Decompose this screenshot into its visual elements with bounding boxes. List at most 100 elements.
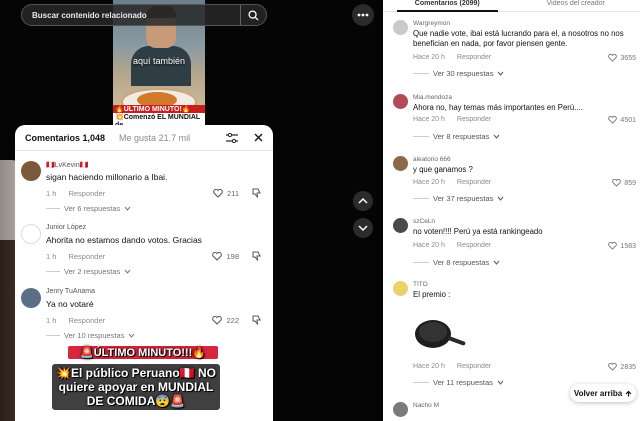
comment-meta: Hace 20 h Responder [413,116,491,123]
more-options-button[interactable] [352,4,374,26]
comment-text: Ahora no, hay temas más importantes en P… [413,103,583,112]
tab-creator-videos[interactable]: Videos del creador [512,0,640,11]
view-replies-button[interactable]: Ver 8 respuestas [413,258,500,267]
view-replies-label: Ver 8 respuestas [433,132,490,141]
chevron-down-icon [493,134,500,139]
reply-button[interactable]: Responder [457,363,491,370]
chevron-down-icon [358,225,368,232]
chevron-down-icon [129,333,135,338]
frying-pan-image [415,320,466,348]
chevron-down-icon [124,206,131,211]
video-overlay-subtitle: 💥El público Peruano🇵🇪 NO quiere apoyar e… [52,364,220,410]
like-button[interactable]: 859 [612,179,636,187]
comment-username[interactable]: szCeLn [413,218,435,225]
reply-button[interactable]: Responder [457,242,491,249]
like-count: 222 [226,316,239,325]
like-count: 1583 [620,242,636,250]
next-video-button[interactable] [353,218,373,238]
view-replies-button[interactable]: Ver 37 respuestas [413,194,504,203]
avatar[interactable] [393,402,408,417]
video-caption: aquí también [132,56,186,66]
avatar[interactable] [393,281,408,296]
comment-username[interactable]: Jenry TuAnama [46,288,95,295]
view-replies-label: Ver 2 respuestas [64,267,121,276]
dislike-icon[interactable] [252,315,261,325]
like-button[interactable]: 1583 [608,242,636,250]
comment-username[interactable]: aleatorio 666 [413,156,451,163]
video-player[interactable]: aquí también 🔥ÚLTIMO MINUTO!🔥 💥Comenzó E… [0,0,383,421]
heart-icon [608,54,618,62]
avatar[interactable] [393,156,408,171]
app-stage: aquí también 🔥ÚLTIMO MINUTO!🔥 💥Comenzó E… [0,0,640,421]
tab-likes[interactable]: Me gusta 21.7 mil [119,133,190,143]
comment-username[interactable]: Junior López [46,224,86,231]
back-to-top-button[interactable]: Volver arriba [570,384,636,402]
view-replies-label: Ver 8 respuestas [433,258,490,267]
avatar[interactable] [21,288,41,308]
heart-icon [213,189,223,198]
reply-button[interactable]: Responder [68,316,105,325]
chevron-down-icon [493,260,500,265]
heart-icon [608,242,618,250]
close-icon[interactable] [254,133,263,142]
dislike-icon[interactable] [252,251,261,261]
reply-button[interactable]: Responder [68,189,105,198]
comment-text: Que nadie vote, ibai está lucrando para … [413,29,624,48]
like-button[interactable]: 4501 [608,116,636,124]
comment-username[interactable]: Wargreymon [413,20,450,27]
view-replies-button[interactable]: Ver 11 respuestas [413,378,504,387]
video-person-shirt [131,46,191,86]
chevron-down-icon [498,196,504,201]
comment-time: Hace 20 h [413,363,445,370]
comment-time: Hace 20 h [413,179,445,186]
right-comments-panel: Comentarios (2099) Videos del creador Wa… [383,0,640,421]
comments-panel-header: Comentarios 1,048 Me gusta 21.7 mil [15,125,273,151]
avatar[interactable] [393,20,408,35]
avatar[interactable] [21,161,41,181]
like-button[interactable]: 2835 [608,363,636,371]
comment-username[interactable]: Nacho M [413,402,439,409]
like-count: 859 [624,179,636,187]
previous-video-button[interactable] [353,191,373,211]
view-replies-button[interactable]: Ver 10 respuestas [46,331,135,340]
like-button[interactable]: 222 [212,316,239,325]
avatar[interactable] [21,224,41,244]
dislike-icon[interactable] [252,188,261,198]
comment-username[interactable]: Mia.mendoza [413,94,452,101]
search-button[interactable] [240,5,266,25]
view-replies-button[interactable]: Ver 2 respuestas [46,267,131,276]
related-search-input[interactable]: Buscar contenido relacionado [21,4,267,26]
view-replies-label: Ver 37 respuestas [433,194,494,203]
tab-comments[interactable]: Comentarios 1,048 [25,133,105,143]
avatar[interactable] [393,218,408,233]
comment-time: 1 h [46,189,57,198]
view-replies-button[interactable]: Ver 8 respuestas [413,132,500,141]
like-button[interactable]: 211 [213,189,239,198]
reply-button[interactable]: Responder [457,179,491,186]
view-replies-label: Ver 30 respuestas [433,69,494,78]
comment-username[interactable]: 🇵🇪LvKevin🇵🇪 [46,161,88,169]
arrow-up-icon [625,390,632,396]
like-button[interactable]: 198 [212,252,239,261]
reply-button[interactable]: Responder [457,116,491,123]
filter-icon[interactable] [226,132,238,143]
chevron-down-icon [124,269,131,274]
like-count: 198 [226,252,239,261]
comment-time: Hace 20 h [413,116,445,123]
like-button[interactable]: 3655 [608,54,636,62]
view-replies-button[interactable]: Ver 6 respuestas [46,204,131,213]
view-replies-label: Ver 11 respuestas [433,378,493,387]
view-replies-button[interactable]: Ver 30 respuestas [413,69,504,78]
view-replies-label: Ver 6 respuestas [64,204,121,213]
more-dots-icon [357,13,369,17]
search-placeholder: Buscar contenido relacionado [32,10,147,20]
heart-icon [612,179,622,187]
like-count: 4501 [620,116,636,124]
tab-comments-count[interactable]: Comentarios (2099) [383,0,512,12]
comment-username[interactable]: TITO [413,281,428,288]
avatar[interactable] [393,94,408,109]
right-panel-tabs: Comentarios (2099) Videos del creador [383,0,640,12]
reply-button[interactable]: Responder [68,252,105,261]
reply-button[interactable]: Responder [457,54,491,61]
search-icon [248,9,259,21]
